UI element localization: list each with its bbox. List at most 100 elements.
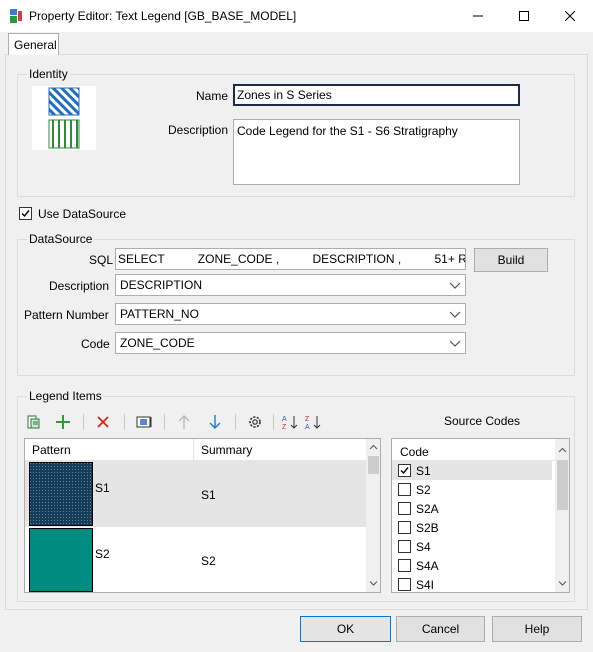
use-datasource-checkbox[interactable] [19,207,32,220]
sql-label: SQL [89,253,114,267]
chevron-down-icon [449,311,461,318]
source-code-checkbox[interactable] [398,540,411,553]
scrollbar-thumb[interactable] [557,460,568,510]
legend-items-grid[interactable]: Pattern Summary S1 S1 S2 S2 [24,438,381,593]
source-code-checkbox[interactable] [398,483,411,496]
use-datasource-label: Use DataSource [38,207,127,221]
ds-description-select-value: DESCRIPTION [120,278,203,292]
vertical-scrollbar[interactable] [366,439,381,592]
minimize-button[interactable] [455,0,501,32]
svg-text:A: A [305,424,310,430]
source-code-checkbox[interactable] [398,521,411,534]
add-icon[interactable] [55,414,71,430]
name-label: Name [196,89,229,103]
source-code-label: S1 [416,464,431,478]
scroll-up-icon[interactable] [555,443,570,458]
source-code-label: S4I [416,578,435,592]
tab-general[interactable]: General [8,33,59,55]
app-icon [9,9,23,23]
toolbar-separator [235,414,236,430]
svg-text:Z: Z [305,416,310,423]
source-code-checkbox[interactable] [398,559,411,572]
window-title: Property Editor: Text Legend [GB_BASE_MO… [29,9,297,23]
toolbar-separator [273,414,274,430]
source-code-item[interactable]: S2B [392,518,552,537]
manage-icon[interactable] [27,414,43,430]
table-row[interactable]: S2 S2 [25,527,366,592]
delete-icon[interactable] [95,414,111,430]
source-code-checkbox[interactable] [398,578,411,591]
scroll-up-icon[interactable] [366,440,381,455]
properties-icon[interactable] [136,414,152,430]
source-code-label: S2 [416,483,431,497]
move-down-icon[interactable] [207,414,223,430]
help-button[interactable]: Help [492,616,582,642]
legend-symbol-icon [32,86,96,150]
source-code-label: S4A [416,559,439,573]
column-header-summary[interactable]: Summary [194,439,366,461]
toolbar-separator [164,414,165,430]
help-button-label: Help [524,622,550,636]
legend-items-group-label: Legend Items [27,389,104,403]
ds-description-label: Description [49,279,110,293]
code-select[interactable]: ZONE_CODE [115,332,466,354]
name-input[interactable]: Zones in S Series [233,84,520,106]
source-code-item[interactable]: S4A [392,556,552,575]
svg-text:A: A [282,416,287,423]
scrollbar-thumb[interactable] [368,456,379,474]
vertical-scrollbar[interactable] [555,439,570,592]
source-code-item[interactable]: S1 [392,461,552,480]
column-header-pattern[interactable]: Pattern [25,439,194,461]
pattern-number-select[interactable]: PATTERN_NO [115,303,466,325]
checkmark-icon [21,210,30,218]
pattern-swatch [29,462,93,526]
summary-cell: S2 [201,554,216,568]
minimize-icon [473,15,483,17]
scroll-down-icon[interactable] [366,576,381,591]
source-code-item[interactable]: S4I [392,575,552,592]
source-code-checkbox[interactable] [398,464,411,477]
source-code-item[interactable]: S2A [392,499,552,518]
source-code-label: S2B [416,521,439,535]
source-code-item[interactable]: S4 [392,537,552,556]
source-codes-list[interactable]: Code S1 S2 S2A S2B S4 S4A S4I [391,438,570,593]
close-button[interactable] [547,0,593,32]
source-code-item[interactable]: S2 [392,480,552,499]
close-icon [565,11,575,21]
sort-ascending-icon[interactable]: AZ [282,414,298,431]
sort-descending-icon[interactable]: ZA [305,414,321,431]
sql-input-value: SELECT ZONE_CODE , DESCRIPTION , 51+ ROW… [118,252,466,266]
pattern-number-label: Pattern Number [24,308,109,322]
source-code-label: S2A [416,502,439,516]
pattern-label: S1 [95,481,110,495]
sql-input[interactable]: SELECT ZONE_CODE , DESCRIPTION , 51+ ROW… [115,248,466,270]
ds-description-select[interactable]: DESCRIPTION [115,274,466,296]
checkmark-icon [400,467,409,475]
maximize-button[interactable] [501,0,547,32]
pattern-label: S2 [95,547,110,561]
move-up-icon[interactable] [176,414,192,430]
cancel-button-label: Cancel [421,622,460,636]
toolbar-separator [83,414,84,430]
summary-cell: S1 [201,488,216,502]
scroll-down-icon[interactable] [555,576,570,591]
ok-button-label: OK [336,622,355,636]
grid-header: Pattern Summary [25,439,366,461]
description-input-value: Code Legend for the S1 - S6 Stratigraphy [237,124,458,138]
source-codes-header[interactable]: Code [392,439,555,461]
cancel-button[interactable]: Cancel [396,616,485,642]
source-code-checkbox[interactable] [398,502,411,515]
tab-general-label: General [14,38,57,52]
build-button[interactable]: Build [474,248,548,272]
settings-icon[interactable] [247,414,263,430]
ok-button[interactable]: OK [300,616,391,642]
description-input[interactable]: Code Legend for the S1 - S6 Stratigraphy [233,119,520,185]
source-code-label: S4 [416,540,431,554]
source-codes-title: Source Codes [444,414,521,428]
svg-text:Z: Z [282,424,287,430]
datasource-group-label: DataSource [27,232,95,246]
pattern-swatch [29,528,93,592]
code-label: Code [81,337,110,351]
identity-group-label: Identity [27,67,70,81]
table-row[interactable]: S1 S1 [25,461,366,527]
